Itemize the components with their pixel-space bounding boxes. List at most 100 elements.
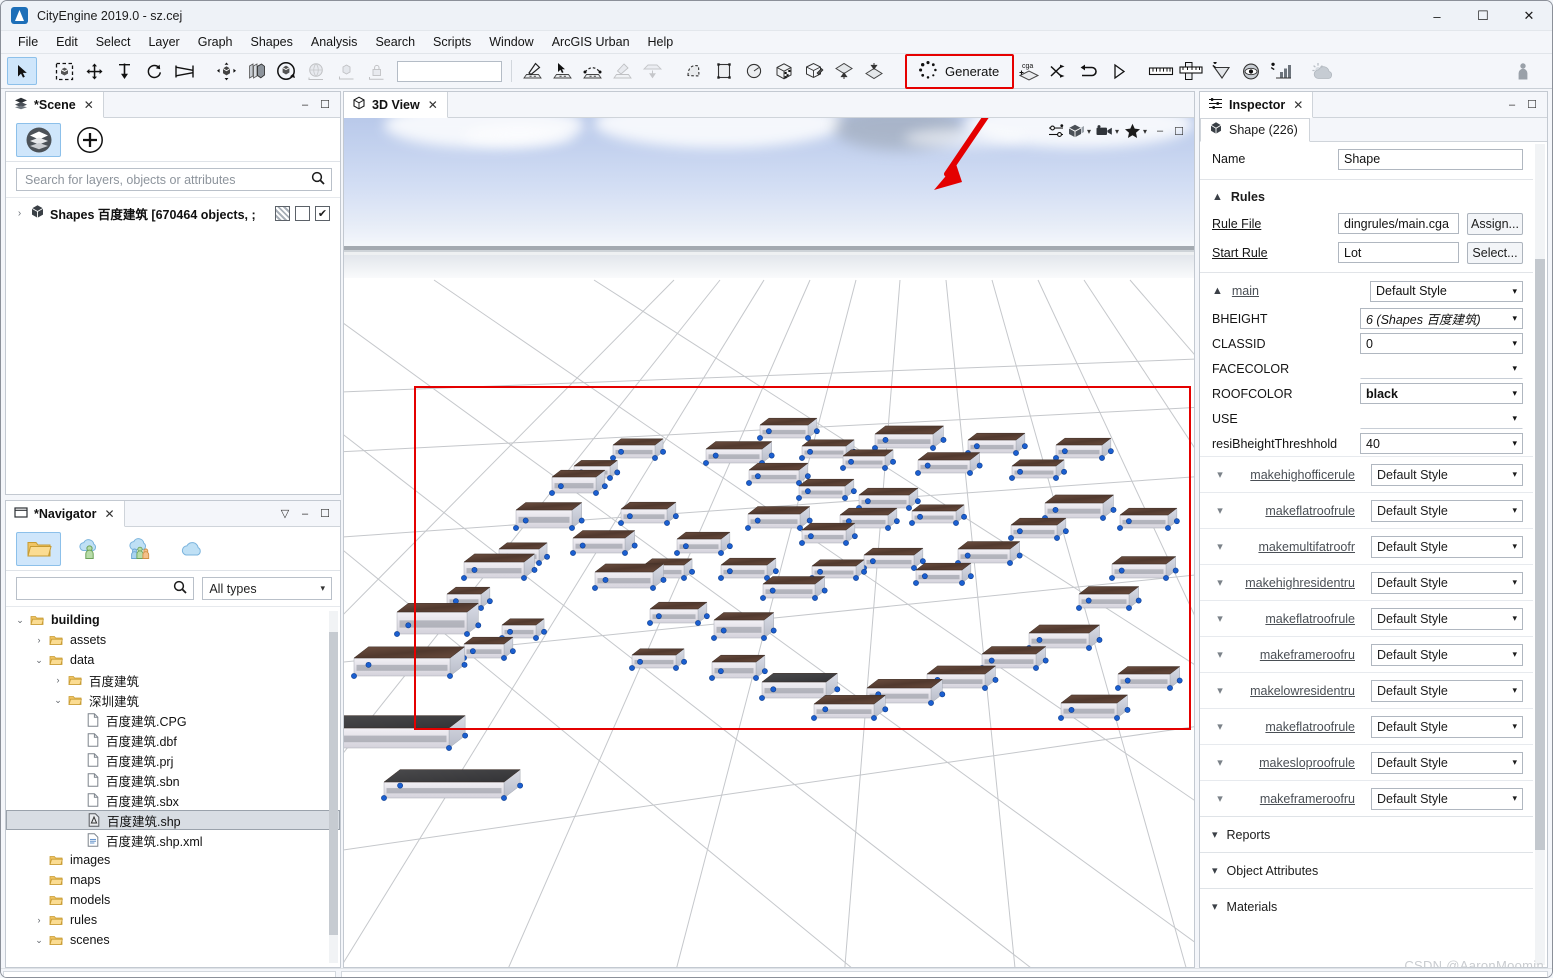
rotate-icon[interactable] <box>139 57 169 85</box>
select-arrow-icon[interactable] <box>7 57 37 85</box>
rule-style-dropdown[interactable]: Default Style ▾ <box>1371 499 1523 522</box>
shape-freeform-icon[interactable] <box>679 57 709 85</box>
my-content-button[interactable] <box>67 532 112 566</box>
maximize-icon[interactable]: ☐ <box>316 96 334 114</box>
maximize-icon[interactable]: ☐ <box>1523 96 1541 114</box>
menu-analysis[interactable]: Analysis <box>302 33 367 51</box>
close-icon[interactable]: ✕ <box>105 507 115 521</box>
chevron-down-icon[interactable]: ▾ <box>1115 127 1122 136</box>
chevron-down-icon[interactable]: ▾ <box>1212 576 1228 589</box>
tab-navigator[interactable]: *Navigator ✕ <box>6 501 125 527</box>
shape-rect-icon[interactable] <box>709 57 739 85</box>
tree-item[interactable]: 百度建筑.prj <box>6 750 340 770</box>
eye-analysis-icon[interactable] <box>1236 57 1266 85</box>
cga-new-file-icon[interactable]: cga <box>1014 57 1044 85</box>
rule-style-dropdown[interactable]: Default Style ▾ <box>1371 607 1523 630</box>
menu-file[interactable]: File <box>9 33 47 51</box>
menu-search[interactable]: Search <box>366 33 424 51</box>
tree-item[interactable]: models <box>6 890 340 910</box>
menu-scripts[interactable]: Scripts <box>424 33 480 51</box>
chevron-down-icon[interactable]: ▾ <box>1087 127 1094 136</box>
tree-item[interactable]: ⌄ building <box>6 610 340 630</box>
rule-style-dropdown[interactable]: Default Style ▾ <box>1371 751 1523 774</box>
minimize-icon[interactable]: – <box>1503 96 1521 114</box>
maximize-icon[interactable]: ☐ <box>316 505 334 523</box>
navigator-search-box[interactable] <box>16 577 195 600</box>
rule-name-link[interactable]: makeflatroofrule <box>1236 612 1363 626</box>
menu-help[interactable]: Help <box>639 33 683 51</box>
assign-button[interactable]: Assign... <box>1467 212 1523 235</box>
layers-button[interactable] <box>16 122 61 157</box>
tab-3d-view[interactable]: 3D View ✕ <box>344 92 448 118</box>
attribute-dropdown[interactable]: 0 ▾ <box>1360 333 1523 354</box>
minimize-icon[interactable]: – <box>296 505 314 523</box>
rule-name-link[interactable]: makemultifatroofr <box>1236 540 1363 554</box>
close-button[interactable]: ✕ <box>1506 1 1552 31</box>
attribute-dropdown[interactable]: 6 (Shapes 百度建筑) ▾ <box>1360 308 1523 329</box>
rule-style-dropdown[interactable]: Default Style ▾ <box>1371 787 1523 810</box>
menu-edit[interactable]: Edit <box>47 33 87 51</box>
add-layer-button[interactable] <box>67 123 112 157</box>
scale-icon[interactable] <box>169 57 199 85</box>
street-select-icon[interactable] <box>547 57 577 85</box>
globe-icon[interactable] <box>301 57 331 85</box>
scene-search-box[interactable] <box>16 168 332 191</box>
collapsible-section[interactable]: ▾ Object Attributes <box>1200 852 1533 888</box>
model-bounds-icon[interactable] <box>331 57 361 85</box>
twisty-icon[interactable]: ⌄ <box>14 615 26 626</box>
lock-icon[interactable] <box>361 57 391 85</box>
move-icon[interactable] <box>79 57 109 85</box>
layer-empty-toggle[interactable] <box>295 205 310 221</box>
measure-ruler-icon[interactable] <box>1146 57 1176 85</box>
local-folder-button[interactable] <box>16 531 61 566</box>
tab-shape[interactable]: Shape (226) <box>1200 118 1310 142</box>
rule-name-link[interactable]: makeframeroofru <box>1236 648 1363 662</box>
chevron-down-icon[interactable]: ▾ <box>1212 540 1228 553</box>
close-icon[interactable]: ✕ <box>84 98 94 112</box>
name-field[interactable]: Shape <box>1338 148 1523 170</box>
twisty-icon[interactable]: ⌄ <box>33 935 45 946</box>
layer-row-shapes[interactable]: › Shapes 百度建筑 [670464 objects, ; ✔ <box>6 202 340 224</box>
street-create-icon[interactable] <box>517 57 547 85</box>
twisty-icon[interactable]: ⌄ <box>33 655 45 666</box>
chevron-down-icon[interactable]: ▾ <box>1212 468 1228 481</box>
start-rule-field[interactable]: Lot <box>1338 242 1459 263</box>
navigator-scrollbar[interactable] <box>329 611 338 963</box>
camera-icon[interactable] <box>1095 120 1114 142</box>
close-icon[interactable]: ✕ <box>1293 98 1303 112</box>
rule-name-link[interactable]: makeframeroofru <box>1236 792 1363 806</box>
expander-icon[interactable]: › <box>14 208 25 219</box>
twisty-icon[interactable]: › <box>33 915 45 925</box>
chevron-down-icon[interactable]: ▾ <box>1212 756 1228 769</box>
layer-hatched-toggle[interactable] <box>275 205 290 221</box>
duplicate-icon[interactable] <box>241 57 271 85</box>
align-shapes-up-icon[interactable] <box>829 57 859 85</box>
rule-name-link[interactable]: makesloproofrule <box>1236 756 1363 770</box>
menu-layer[interactable]: Layer <box>139 33 188 51</box>
person-scale-icon[interactable] <box>1508 57 1538 85</box>
search-input[interactable] <box>23 171 311 188</box>
shape-circle-icon[interactable] <box>739 57 769 85</box>
rule-style-dropdown[interactable]: Default Style ▾ <box>1371 679 1523 702</box>
shuffle-seed-icon[interactable] <box>1044 57 1074 85</box>
twisty-icon[interactable]: ⌄ <box>52 695 64 706</box>
collapsible-section[interactable]: ▾ Materials <box>1200 888 1533 924</box>
rotate-model-icon[interactable] <box>271 57 301 85</box>
main-rule-label[interactable]: main <box>1232 284 1259 298</box>
layer-visibility-checkbox[interactable]: ✔ <box>315 205 330 221</box>
chevron-down-icon[interactable]: ▾ <box>1212 648 1228 661</box>
select-button[interactable]: Select... <box>1467 241 1523 264</box>
generate-button[interactable]: Generate <box>913 57 1004 86</box>
move-model-icon[interactable] <box>211 57 241 85</box>
maximize-icon[interactable]: ☐ <box>1170 122 1188 140</box>
rule-style-dropdown[interactable]: Default Style ▾ <box>1371 535 1523 558</box>
bookmark-star-icon[interactable] <box>1123 120 1142 142</box>
attribute-dropdown[interactable]: 40 ▾ <box>1360 433 1523 454</box>
select-box-icon[interactable] <box>49 57 79 85</box>
rule-name-link[interactable]: makeflatroofrule <box>1236 504 1363 518</box>
align-down-icon[interactable] <box>109 57 139 85</box>
rules-section-header[interactable]: ▲ Rules <box>1200 183 1533 211</box>
align-terrain-icon[interactable] <box>859 57 889 85</box>
model-display-icon[interactable] <box>1067 120 1086 142</box>
tree-item[interactable]: ⌄ scenes <box>6 930 340 950</box>
